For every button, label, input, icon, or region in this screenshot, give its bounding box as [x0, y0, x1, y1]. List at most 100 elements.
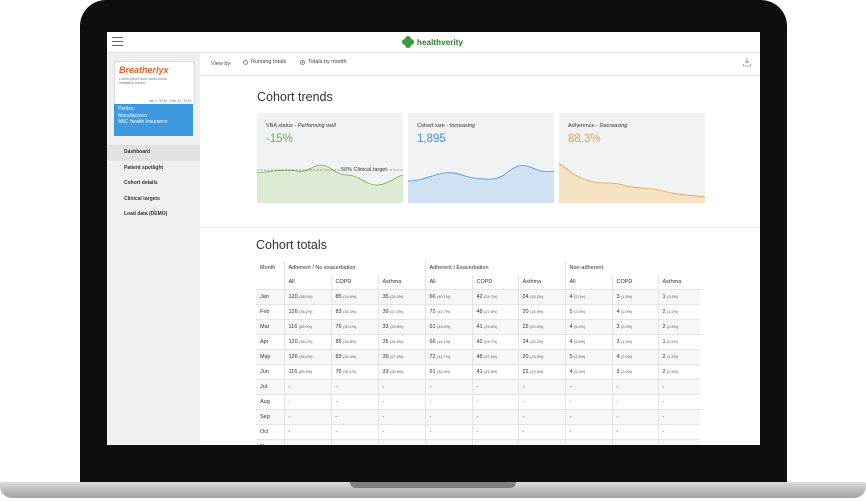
cell-count: -: [522, 414, 525, 420]
cell-count: -: [288, 429, 291, 435]
value-cell: -: [611, 409, 658, 425]
cell-count: -: [569, 414, 572, 420]
cohort-size-card[interactable]: Cohort size - Increasing 1,895: [408, 113, 554, 203]
cell-count: -: [522, 399, 525, 405]
cell-count: 20: [522, 309, 529, 315]
cell-count: -: [617, 444, 619, 445]
adherence-card[interactable]: Adherence - Decreasing 88.3%: [559, 113, 705, 203]
table-row: Aug - - - - - - - - -: [256, 394, 700, 410]
card-label: Adherence - Decreasing: [568, 123, 628, 129]
value-cell: -: [657, 394, 700, 410]
value-cell: -: [283, 424, 331, 440]
hamburger-menu-icon[interactable]: [112, 37, 123, 46]
radio-totals-by-month[interactable]: Totals by month: [300, 59, 347, 65]
value-cell: 72 (42.7%): [424, 349, 472, 365]
cell-count: 126: [288, 309, 298, 315]
cell-percent: (2.0%): [574, 310, 586, 314]
product-logo-card: Breatherlyx Lorem ipsum dolor amet conse…: [114, 61, 195, 105]
value-cell: -: [424, 409, 472, 425]
cell-count: -: [662, 384, 665, 390]
cell-percent: (27.3%): [390, 355, 404, 359]
value-cell: 1 (0.5%): [657, 334, 700, 350]
product-name: Breatherlyx: [119, 65, 169, 75]
vba-status-card[interactable]: VBA status - Performing well -15% 50% Cl…: [257, 113, 403, 203]
brand-name: healthverity: [417, 37, 464, 47]
cell-count: -: [476, 399, 479, 405]
value-cell: -: [517, 424, 565, 440]
sub-header-all: All: [564, 275, 612, 290]
cell-count: 116: [288, 369, 298, 375]
value-cell: -: [657, 409, 700, 425]
value-cell: -: [611, 394, 658, 410]
cell-percent: (34.8%): [343, 340, 357, 344]
value-cell: 48 (27.6%): [471, 349, 518, 365]
card-value: -15%: [266, 133, 293, 145]
card-label: Cohort size - Increasing: [417, 123, 476, 129]
cell-percent: (15.2%): [530, 340, 544, 344]
vba-sparkline: [257, 164, 403, 203]
cell-percent: (24.7%): [484, 340, 498, 344]
radio-unselected-icon: [243, 59, 248, 65]
value-cell: -: [377, 379, 425, 395]
table-row: Feb 126 (56.2%) 83 (34.4%) 39 (27.3%) 72 (42…: [256, 304, 700, 320]
download-icon[interactable]: [743, 58, 751, 67]
group-header-non-adherent: Non-adherent: [564, 261, 700, 275]
main-content: View by: Running totals Totals by month …: [200, 53, 760, 445]
cohort-size-sparkline: [408, 165, 554, 203]
value-cell: 85 (34.8%): [330, 334, 378, 350]
cell-percent: (0.5%): [667, 325, 679, 329]
cell-count: -: [569, 429, 572, 435]
value-cell: -: [564, 379, 612, 395]
cell-percent: (25.6%): [484, 325, 498, 329]
cell-percent: (25.6%): [390, 370, 404, 374]
cell-percent: (1.2%): [667, 310, 679, 314]
value-cell: 24 (15.2%): [517, 289, 565, 305]
value-cell: 42 (24.7%): [471, 334, 518, 350]
cell-count: -: [570, 444, 572, 445]
value-cell: 4 (2.0%): [611, 304, 658, 320]
cell-count: -: [336, 444, 338, 445]
sidebar-item-clinical-targets[interactable]: Clinical targets: [107, 192, 200, 208]
cell-count: 83: [335, 309, 342, 315]
radio-running-totals[interactable]: Running totals: [243, 59, 286, 65]
value-cell: -: [564, 409, 612, 425]
cell-percent: (0.5%): [667, 340, 679, 344]
brand-logo: healthverity: [402, 35, 463, 49]
cell-count: 76: [335, 324, 342, 330]
card-label: VBA status - Performing well: [266, 123, 336, 129]
value-cell: 33 (25.6%): [377, 364, 425, 380]
cell-count: -: [335, 429, 338, 435]
sidebar-item-cohort-details[interactable]: Cohort details: [107, 176, 200, 192]
cell-percent: (42.7%): [437, 310, 451, 314]
cell-count: -: [662, 429, 665, 435]
cell-count: -: [616, 384, 619, 390]
value-cell: -: [611, 439, 658, 445]
value-cell: 120 (58.2%): [283, 289, 331, 305]
cell-percent: (50.9%): [298, 370, 313, 374]
month-cell: Feb: [256, 304, 284, 320]
cell-percent: (2.0%): [621, 370, 633, 374]
value-cell: -: [330, 394, 378, 410]
sidebar-item-dashboard[interactable]: Dashboard: [107, 145, 200, 161]
laptop-notch: [350, 482, 516, 488]
sidebar-item-load-data[interactable]: Load data (DEMO): [107, 207, 200, 223]
value-cell: 4 (2.0%): [564, 334, 612, 350]
cell-count: 4: [569, 324, 573, 330]
value-cell: -: [377, 424, 425, 440]
sub-header-copd: COPD: [330, 275, 378, 290]
cell-percent: (24.7%): [484, 295, 498, 299]
value-cell: 3 (2.0%): [611, 319, 658, 335]
value-cell: 3 (1.5%): [611, 289, 658, 305]
value-cell: 83 (34.4%): [330, 304, 378, 320]
adherence-sparkline: [559, 162, 705, 203]
card-label-text: VBA status: [266, 123, 293, 129]
value-cell: -: [564, 394, 612, 410]
value-cell: -: [657, 379, 700, 395]
sidebar-item-patient-spotlight[interactable]: Patient spotlight: [107, 161, 200, 177]
cell-count: 5: [569, 354, 573, 360]
cohort-totals-table: Month Adherent / No exacerbation Adheren…: [256, 261, 700, 445]
value-cell: 20 (15.9%): [517, 349, 565, 365]
value-cell: -: [471, 394, 518, 410]
cell-count: 22: [522, 369, 529, 375]
cell-count: -: [569, 399, 572, 405]
